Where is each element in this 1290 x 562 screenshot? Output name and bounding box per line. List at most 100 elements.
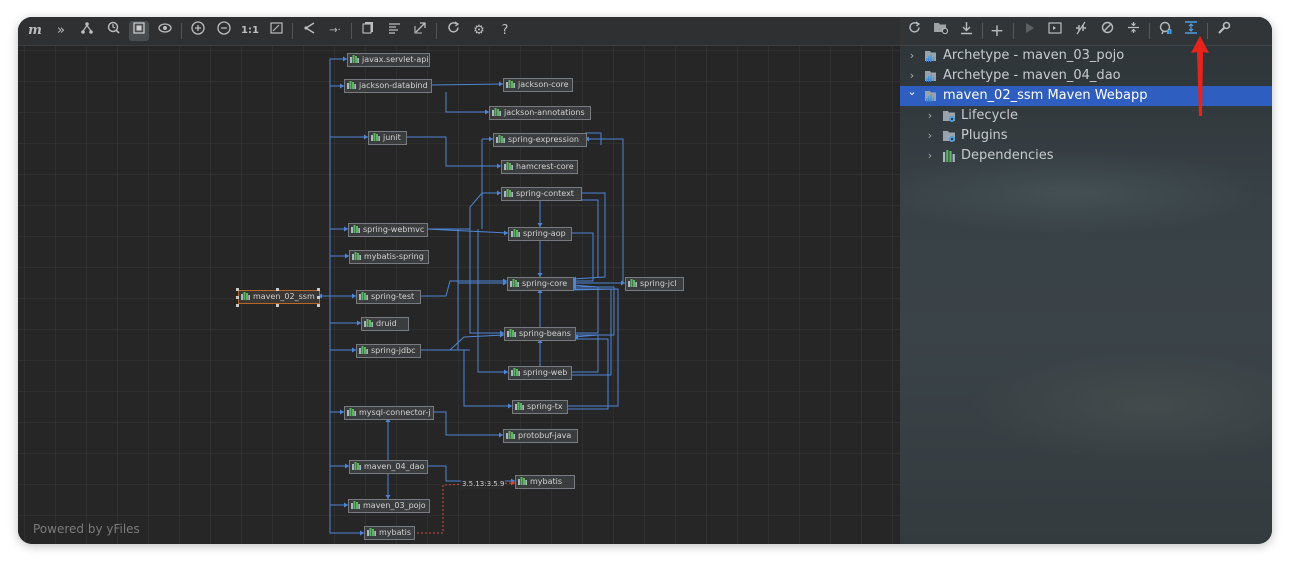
selection-handle[interactable] — [276, 288, 279, 291]
layout-icon[interactable] — [299, 21, 319, 41]
plus-icon[interactable]: + — [987, 21, 1007, 41]
tree-node-selected[interactable]: ⌄ m maven_02_ssm Maven Webapp — [900, 85, 1272, 106]
dependency-node[interactable]: mybatis-spring — [349, 250, 429, 264]
module-icon — [510, 279, 522, 288]
dependency-node[interactable]: maven_04_dao — [349, 460, 428, 474]
zoom-out-icon[interactable] — [214, 21, 234, 41]
show-dependencies-icon[interactable]: » — [51, 21, 71, 41]
dependency-node[interactable]: druid — [361, 317, 409, 331]
fit-window-icon[interactable] — [266, 21, 286, 41]
dependency-node[interactable]: spring-context — [501, 187, 582, 201]
dependency-node[interactable]: spring-beans — [504, 327, 576, 341]
annotation-arrow-icon — [1191, 36, 1209, 116]
svg-text:m: m — [926, 57, 932, 63]
zoom-in-icon[interactable] — [188, 21, 208, 41]
dependency-node[interactable]: mybatis — [515, 475, 575, 489]
selection-handle[interactable] — [236, 288, 239, 291]
dependency-node[interactable]: mysql-connector-j — [344, 406, 434, 420]
chevron-right-icon[interactable]: › — [924, 106, 936, 126]
analyze-dependencies-icon[interactable] — [1155, 21, 1175, 41]
tree-node[interactable]: › Dependencies — [900, 146, 1272, 166]
chevron-right-icon[interactable]: › — [924, 146, 936, 166]
selection-handle[interactable] — [236, 296, 239, 299]
node-label: maven_04_dao — [364, 462, 425, 471]
run-icon[interactable] — [1019, 21, 1039, 41]
module-icon — [352, 462, 364, 471]
module-icon — [352, 252, 364, 261]
dependency-node[interactable]: protobuf-java — [503, 429, 578, 443]
tree-node[interactable]: › Plugins — [900, 126, 1272, 146]
tree-node[interactable]: › m Archetype - maven_03_pojo — [900, 46, 1272, 66]
node-label: spring-expression — [508, 135, 579, 144]
eye-icon[interactable] — [155, 21, 175, 41]
toggle-offline-icon[interactable] — [1071, 21, 1091, 41]
dependency-node[interactable]: jackson-annotations — [489, 106, 591, 120]
execute-goal-icon[interactable] — [1045, 21, 1065, 41]
dependency-diagram[interactable]: m » 1:1 →· ⚙ ? maven_02_ssm javax.servle… — [18, 17, 900, 544]
powered-by-label: Powered by yFiles — [33, 522, 140, 536]
dependency-node[interactable]: javax.servlet-api — [347, 53, 430, 67]
module-icon — [492, 108, 504, 117]
dependency-edge — [405, 136, 501, 167]
fit-content-icon[interactable] — [103, 21, 123, 41]
dependency-node[interactable]: spring-expression — [493, 133, 587, 147]
selection-handle[interactable] — [317, 296, 320, 299]
dependency-node[interactable]: spring-tx — [512, 400, 568, 414]
help-icon[interactable]: ? — [495, 21, 515, 41]
toolbar-separator — [1013, 23, 1014, 39]
dependency-edge — [457, 229, 507, 284]
maven-module-icon: m — [924, 89, 938, 104]
dependency-node[interactable]: spring-core — [507, 277, 574, 291]
align-icon[interactable] — [384, 21, 404, 41]
node-label: mybatis — [530, 477, 563, 486]
dependency-node[interactable]: jackson-databind — [344, 79, 432, 93]
settings-icon[interactable]: ⚙ — [469, 21, 489, 41]
dependency-node[interactable]: spring-web — [508, 366, 572, 380]
tree-node-label: Dependencies — [961, 148, 1054, 163]
actual-size-button[interactable]: 1:1 — [240, 21, 260, 41]
module-icon — [518, 477, 530, 486]
copy-icon[interactable] — [358, 21, 378, 41]
tree-node[interactable]: › m Archetype - maven_04_dao — [900, 66, 1272, 86]
skip-tests-icon[interactable] — [1097, 21, 1117, 41]
dependency-edge — [566, 338, 609, 410]
dependency-node[interactable]: maven_03_pojo — [348, 499, 430, 513]
dependency-node[interactable]: hamcrest-core — [501, 160, 578, 174]
download-icon[interactable] — [956, 21, 976, 41]
dependency-edge — [318, 58, 347, 297]
dependency-node[interactable]: spring-webmvc — [348, 223, 428, 237]
dependency-node[interactable]: junit — [368, 131, 407, 145]
toolbar-separator — [351, 23, 352, 39]
dependency-node[interactable]: spring-aop — [508, 227, 572, 241]
reload-icon[interactable] — [904, 21, 924, 41]
node-label: junit — [383, 133, 401, 142]
hierarchy-icon[interactable] — [77, 21, 97, 41]
node-label: hamcrest-core — [516, 162, 574, 171]
selection-handle[interactable] — [317, 288, 320, 291]
tree-node[interactable]: › Lifecycle — [900, 106, 1272, 126]
chevron-down-icon[interactable]: ⌄ — [906, 82, 918, 102]
selection-handle[interactable] — [276, 304, 279, 307]
tree-node-label: Lifecycle — [961, 108, 1019, 123]
collapse-icon[interactable] — [1123, 21, 1143, 41]
selection-handle[interactable] — [236, 304, 239, 307]
node-label: jackson-databind — [359, 81, 428, 90]
dependency-node[interactable]: spring-jcl — [625, 277, 684, 291]
root-project-node[interactable]: maven_02_ssm — [238, 290, 320, 304]
chevron-right-icon[interactable]: › — [906, 46, 918, 66]
select-mode-icon[interactable] — [129, 21, 149, 41]
expand-icon[interactable] — [410, 21, 430, 41]
dependency-node[interactable]: spring-test — [356, 290, 421, 304]
settings-wrench-icon[interactable] — [1214, 21, 1234, 41]
add-folder-icon[interactable] — [930, 21, 950, 41]
maven-module-icon: m — [924, 69, 938, 84]
dependency-node[interactable]: spring-jdbc — [356, 344, 421, 358]
dependency-node[interactable]: jackson-core — [503, 78, 573, 92]
refresh-icon[interactable] — [443, 21, 463, 41]
node-label: spring-tx — [527, 402, 563, 411]
export-icon[interactable]: →· — [325, 21, 345, 41]
module-icon — [241, 292, 253, 301]
dependency-node[interactable]: mybatis — [364, 526, 415, 540]
selection-handle[interactable] — [317, 304, 320, 307]
chevron-right-icon[interactable]: › — [924, 126, 936, 146]
